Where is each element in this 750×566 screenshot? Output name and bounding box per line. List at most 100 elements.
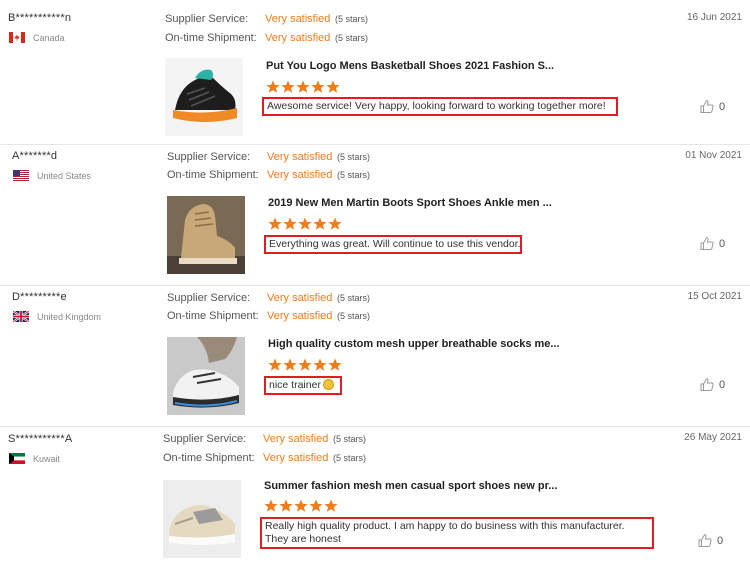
like-count: 0 xyxy=(719,237,726,250)
star-icon xyxy=(311,80,325,94)
star-icon xyxy=(298,358,312,372)
like-button[interactable]: 0 xyxy=(700,100,725,113)
product-image[interactable] xyxy=(167,337,245,415)
thumbs-up-icon xyxy=(700,237,714,250)
supplier-service-value: Very satisfied xyxy=(265,13,331,25)
product-image[interactable] xyxy=(163,480,241,558)
ontime-shipment-label: On-time Shipment: xyxy=(167,310,259,322)
supplier-service-label: Supplier Service: xyxy=(163,433,247,445)
ontime-shipment-stars: (5 stars) xyxy=(333,453,367,463)
supplier-service-rating: Supplier Service: Very satisfied (5 star… xyxy=(163,432,366,446)
star-rating xyxy=(266,80,341,94)
ontime-shipment-value: Very satisfied xyxy=(265,32,331,44)
star-rating xyxy=(268,217,343,231)
like-count: 0 xyxy=(717,534,724,547)
ontime-shipment-rating: On-time Shipment: Very satisfied (5 star… xyxy=(165,31,368,45)
supplier-service-rating: Supplier Service: Very satisfied (5 star… xyxy=(165,12,368,26)
review-item: A*******d United States Supplier Service… xyxy=(0,144,750,285)
like-button[interactable]: 0 xyxy=(698,534,723,547)
star-icon xyxy=(266,80,280,94)
star-icon xyxy=(326,80,340,94)
buyer-name: A*******d xyxy=(12,150,58,162)
product-image[interactable] xyxy=(167,196,245,274)
review-date: 26 May 2021 xyxy=(684,432,742,443)
review-comment-text: Awesome service! Very happy, looking for… xyxy=(267,100,606,112)
review-date: 01 Nov 2021 xyxy=(685,150,742,161)
supplier-service-stars: (5 stars) xyxy=(337,293,371,303)
review-item: B***********n Canada Supplier Service: V… xyxy=(0,0,750,144)
canada-flag-icon xyxy=(9,32,25,43)
supplier-service-value: Very satisfied xyxy=(267,292,333,304)
star-icon xyxy=(296,80,310,94)
star-icon xyxy=(268,358,282,372)
review-item: S***********A Kuwait Supplier Service: V… xyxy=(0,426,750,566)
star-icon xyxy=(294,499,308,513)
ontime-shipment-value: Very satisfied xyxy=(267,169,333,181)
star-icon xyxy=(298,217,312,231)
review-date: 16 Jun 2021 xyxy=(686,12,742,23)
buyer-country: Kuwait xyxy=(9,453,60,464)
review-date: 15 Oct 2021 xyxy=(687,291,742,302)
ok-hand-emoji-icon xyxy=(322,379,334,390)
thumbs-up-icon xyxy=(698,534,712,547)
ontime-shipment-rating: On-time Shipment: Very satisfied (5 star… xyxy=(167,168,370,182)
buyer-country: United States xyxy=(13,170,91,181)
country-name: United Kingdom xyxy=(37,311,102,322)
usa-flag-icon xyxy=(13,170,29,181)
ontime-shipment-value: Very satisfied xyxy=(267,310,333,322)
like-button[interactable]: 0 xyxy=(700,378,725,391)
product-title[interactable]: 2019 New Men Martin Boots Sport Shoes An… xyxy=(268,197,552,209)
ontime-shipment-stars: (5 stars) xyxy=(335,33,369,43)
review-comment: Really high quality product. I am happy … xyxy=(260,517,654,549)
review-comment: Awesome service! Very happy, looking for… xyxy=(262,97,618,116)
ontime-shipment-value: Very satisfied xyxy=(263,452,329,464)
country-name: Canada xyxy=(33,32,65,43)
star-icon xyxy=(281,80,295,94)
product-title[interactable]: High quality custom mesh upper breathabl… xyxy=(268,338,560,350)
review-comment-text: Really high quality product. I am happy … xyxy=(265,520,625,545)
supplier-service-value: Very satisfied xyxy=(263,433,329,445)
buyer-country: United Kingdom xyxy=(13,311,101,322)
thumbs-up-icon xyxy=(700,100,714,113)
star-icon xyxy=(309,499,323,513)
supplier-service-label: Supplier Service: xyxy=(165,13,249,25)
ontime-shipment-label: On-time Shipment: xyxy=(163,452,255,464)
supplier-service-label: Supplier Service: xyxy=(167,292,251,304)
star-icon xyxy=(283,217,297,231)
buyer-name: D*********e xyxy=(12,291,67,303)
review-item: D*********e United Kingdom Supplier Serv… xyxy=(0,285,750,426)
ontime-shipment-label: On-time Shipment: xyxy=(165,32,257,44)
star-rating xyxy=(268,358,343,372)
star-rating xyxy=(264,499,339,513)
ontime-shipment-rating: On-time Shipment: Very satisfied (5 star… xyxy=(163,451,366,465)
review-comment-text: nice trainer xyxy=(269,379,321,391)
supplier-service-rating: Supplier Service: Very satisfied (5 star… xyxy=(167,291,370,305)
star-icon xyxy=(313,217,327,231)
supplier-service-value: Very satisfied xyxy=(267,151,333,163)
review-comment-text: Everything was great. Will continue to u… xyxy=(269,238,521,250)
kuwait-flag-icon xyxy=(9,453,25,464)
buyer-name: S***********A xyxy=(8,433,73,445)
supplier-service-stars: (5 stars) xyxy=(333,434,367,444)
like-button[interactable]: 0 xyxy=(700,237,725,250)
buyer-country: Canada xyxy=(9,32,65,43)
star-icon xyxy=(268,217,282,231)
star-icon xyxy=(324,499,338,513)
supplier-service-label: Supplier Service: xyxy=(167,151,251,163)
ontime-shipment-stars: (5 stars) xyxy=(337,311,371,321)
ontime-shipment-stars: (5 stars) xyxy=(337,170,371,180)
country-name: United States xyxy=(37,170,92,181)
product-title[interactable]: Put You Logo Mens Basketball Shoes 2021 … xyxy=(266,60,554,72)
star-icon xyxy=(328,217,342,231)
ontime-shipment-rating: On-time Shipment: Very satisfied (5 star… xyxy=(167,309,370,323)
product-title[interactable]: Summer fashion mesh men casual sport sho… xyxy=(264,480,557,492)
star-icon xyxy=(283,358,297,372)
product-image[interactable] xyxy=(165,58,243,136)
buyer-name: B***********n xyxy=(8,12,72,24)
like-count: 0 xyxy=(719,378,726,391)
supplier-service-stars: (5 stars) xyxy=(335,14,369,24)
uk-flag-icon xyxy=(13,311,29,322)
ontime-shipment-label: On-time Shipment: xyxy=(167,169,259,181)
star-icon xyxy=(328,358,342,372)
country-name: Kuwait xyxy=(33,453,61,464)
